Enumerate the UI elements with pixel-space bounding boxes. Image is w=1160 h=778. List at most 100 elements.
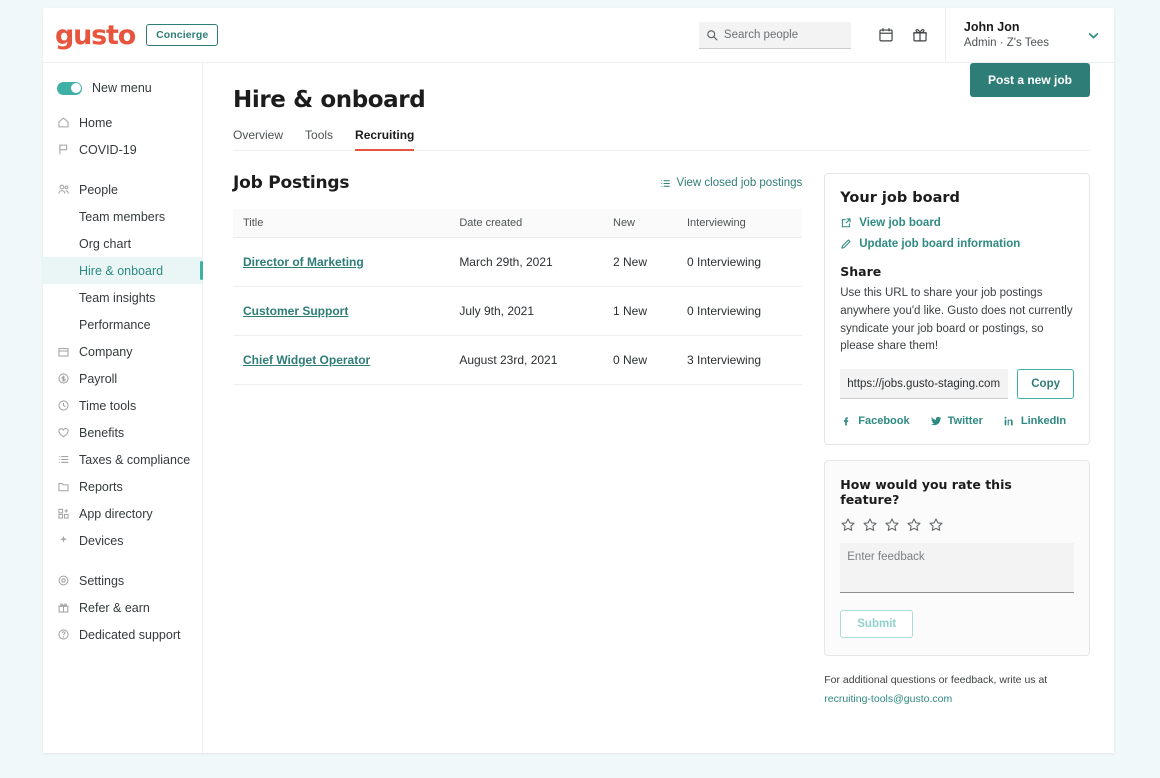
share-twitter-link[interactable]: Twitter <box>930 415 983 427</box>
share-facebook-label: Facebook <box>858 415 910 428</box>
sidebar-label-company: Company <box>79 344 133 359</box>
top-navigation-bar: gusto Concierge Search people John Jon A… <box>43 8 1114 63</box>
job-title-link[interactable]: Customer Support <box>243 304 348 318</box>
sidebar-label-dedicated-support: Dedicated support <box>79 627 181 642</box>
sidebar-item-payroll[interactable]: Payroll <box>43 365 202 392</box>
grid-icon <box>58 508 69 519</box>
calendar-icon-button[interactable] <box>869 18 903 52</box>
sidebar-item-performance[interactable]: Performance <box>43 311 202 338</box>
post-a-new-job-button[interactable]: Post a new job <box>969 63 1090 97</box>
main-content: Hire & onboard Overview Tools Recruiting… <box>203 63 1114 753</box>
column-header-title: Title <box>233 209 450 238</box>
view-job-board-label: View job board <box>859 217 941 229</box>
tab-overview[interactable]: Overview <box>233 128 283 151</box>
sidebar-item-taxes-and-compliance[interactable]: Taxes & compliance <box>43 446 202 473</box>
cell-title: Chief Widget Operator <box>233 335 450 385</box>
sidebar-label-team-members: Team members <box>79 209 166 224</box>
dollar-icon <box>58 373 69 384</box>
sidebar-item-refer-and-earn[interactable]: Refer & earn <box>43 594 202 621</box>
cell-new: 0 New <box>603 335 677 385</box>
star-icon-3[interactable] <box>884 517 900 533</box>
sidebar-label-taxes-and-compliance: Taxes & compliance <box>79 452 191 467</box>
sidebar-label-org-chart: Org chart <box>79 236 132 251</box>
feedback-question: How would you rate this feature? <box>840 477 1012 508</box>
facebook-icon <box>844 417 849 426</box>
share-linkedin-link[interactable]: LinkedIn <box>1003 415 1066 427</box>
top-bar-right: John Jon Admin · Z's Tees <box>698 8 1114 62</box>
gear-icon <box>58 575 69 586</box>
gift-icon-button[interactable] <box>903 18 937 52</box>
new-menu-toggle[interactable] <box>57 81 82 95</box>
support-email-link[interactable]: recruiting-tools@gusto.com <box>824 693 952 705</box>
external-link-icon <box>842 218 851 228</box>
sidebar-item-covid-19[interactable]: COVID-19 <box>43 136 202 163</box>
sidebar-item-people[interactable]: People <box>43 176 202 203</box>
new-menu-label: New menu <box>92 81 152 95</box>
sidebar-item-time-tools[interactable]: Time tools <box>43 392 202 419</box>
submit-button[interactable]: Submit <box>840 610 914 639</box>
sidebar-item-team-insights[interactable]: Team insights <box>43 284 202 311</box>
share-description: Use this URL to share your job postings … <box>840 287 1073 353</box>
sidebar-label-devices: Devices <box>79 533 124 548</box>
right-column: Your job board View job board Update job… <box>824 173 1090 708</box>
sidebar-item-home[interactable]: Home <box>43 109 202 136</box>
sidebar-label-home: Home <box>79 115 113 130</box>
job-title-link[interactable]: Chief Widget Operator <box>243 353 370 367</box>
view-closed-job-postings-link[interactable]: View closed job postings <box>660 177 803 189</box>
cell-date: July 9th, 2021 <box>449 286 603 336</box>
heart-icon <box>58 428 69 438</box>
star-rating[interactable] <box>840 517 1074 533</box>
concierge-badge[interactable]: Concierge <box>146 24 219 46</box>
sidebar-item-devices[interactable]: Devices <box>43 527 202 554</box>
sidebar-item-reports[interactable]: Reports <box>43 473 202 500</box>
cell-title: Customer Support <box>233 286 450 336</box>
folder-icon <box>58 483 69 492</box>
cell-title: Director of Marketing <box>233 237 450 287</box>
new-menu-toggle-row[interactable]: New menu <box>43 77 202 99</box>
page-title: Hire & onboard <box>233 87 426 113</box>
feedback-textarea[interactable] <box>840 543 1074 594</box>
job-title-link[interactable]: Director of Marketing <box>243 255 364 269</box>
view-closed-job-postings-label: View closed job postings <box>676 177 803 189</box>
share-heading: Share <box>840 264 882 279</box>
chevron-down-icon[interactable] <box>1087 29 1100 42</box>
search-input[interactable] <box>698 21 851 49</box>
tab-recruiting[interactable]: Recruiting <box>355 128 415 151</box>
star-icon-2[interactable] <box>862 517 878 533</box>
star-icon-5[interactable] <box>928 517 944 533</box>
copy-button[interactable]: Copy <box>1017 369 1074 400</box>
list-icon <box>660 179 670 187</box>
tab-bar: Overview Tools Recruiting <box>233 128 1090 151</box>
gusto-logo[interactable]: gusto <box>55 22 136 49</box>
star-icon-4[interactable] <box>906 517 922 533</box>
sidebar-label-reports: Reports <box>79 479 123 494</box>
table-row[interactable]: Customer Support July 9th, 2021 1 New 0 … <box>233 286 803 336</box>
user-info: John Jon Admin · Z's Tees <box>964 19 1049 51</box>
share-facebook-link[interactable]: Facebook <box>840 415 910 428</box>
screen-root: gusto Concierge Search people John Jon A… <box>0 0 1160 778</box>
update-job-board-information-link[interactable]: Update job board information <box>840 238 1074 250</box>
share-url-input[interactable] <box>840 369 1009 400</box>
sidebar-item-dedicated-support[interactable]: Dedicated support <box>43 621 202 648</box>
help-icon <box>58 629 69 640</box>
table-row[interactable]: Director of Marketing March 29th, 2021 2… <box>233 237 803 287</box>
star-icon-1[interactable] <box>840 517 856 533</box>
sidebar-item-company[interactable]: Company <box>43 338 202 365</box>
sidebar-item-app-directory[interactable]: App directory <box>43 500 202 527</box>
table-row[interactable]: Chief Widget Operator August 23rd, 2021 … <box>233 335 803 385</box>
job-board-panel: Your job board View job board Update job… <box>824 173 1090 446</box>
sidebar-item-benefits[interactable]: Benefits <box>43 419 202 446</box>
view-job-board-link[interactable]: View job board <box>840 217 1074 229</box>
column-header-date-created: Date created <box>449 209 603 238</box>
tab-tools[interactable]: Tools <box>305 128 333 151</box>
table-header-row: Title Date created New Interviewing <box>233 209 803 238</box>
sidebar-item-hire-and-onboard[interactable]: Hire & onboard <box>43 257 203 284</box>
user-menu[interactable]: John Jon Admin · Z's Tees <box>944 8 1114 62</box>
sidebar-item-settings[interactable]: Settings <box>43 567 202 594</box>
twitter-icon <box>930 417 941 426</box>
job-board-title: Your job board <box>840 190 960 206</box>
job-postings-header: Job Postings View closed job postings <box>233 173 802 193</box>
sidebar-item-org-chart[interactable]: Org chart <box>43 230 202 257</box>
sidebar-item-team-members[interactable]: Team members <box>43 203 202 230</box>
